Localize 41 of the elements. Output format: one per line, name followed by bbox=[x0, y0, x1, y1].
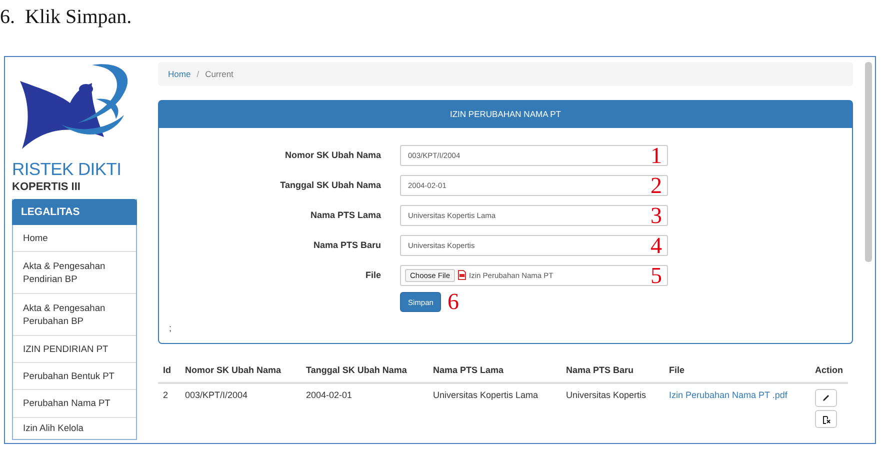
sidebar-item[interactable]: Akta & Pengesahan Pendirian BP bbox=[13, 252, 136, 294]
sidebar-item[interactable]: Izin Alih Kelola bbox=[13, 418, 136, 439]
scrollbar[interactable] bbox=[865, 62, 872, 262]
table-cell-text: Universitas Kopertis Lama bbox=[432, 389, 540, 402]
breadcrumb-separator: / bbox=[196, 69, 200, 79]
organization-name: KOPERTIS III bbox=[12, 181, 82, 193]
column-header: Id bbox=[158, 362, 180, 384]
file-link[interactable]: Izin Perubahan Nama PT .pdf bbox=[669, 390, 788, 400]
column-header: Nama PTS Lama bbox=[428, 362, 561, 384]
table-cell-text: 003/KPT/I/2004 bbox=[184, 389, 249, 402]
panel-header: IZIN PERUBAHAN NAMA PT bbox=[159, 101, 852, 128]
column-header: File bbox=[664, 362, 810, 384]
field-label: Nomor SK Ubah Nama bbox=[284, 150, 381, 160]
field-label: Nama PTS Lama bbox=[309, 210, 381, 220]
note-text: ; bbox=[169, 323, 173, 333]
column-header: Nama PTS Baru bbox=[561, 362, 664, 384]
breadcrumb-link[interactable]: Home bbox=[168, 69, 191, 79]
field-label: Tanggal SK Ubah Nama bbox=[279, 180, 381, 190]
column-header: Nomor SK Ubah Nama bbox=[180, 362, 301, 384]
sidebar-item[interactable]: Perubahan Nama PT bbox=[13, 390, 136, 418]
breadcrumb-current: Current bbox=[205, 69, 234, 79]
pencil-icon bbox=[822, 394, 830, 402]
step-text: Klik Simpan. bbox=[25, 6, 132, 30]
step-number-text: 6. bbox=[0, 6, 15, 30]
sidebar-item[interactable]: Perubahan Bentuk PT bbox=[13, 363, 136, 390]
field-label: File bbox=[364, 270, 381, 280]
document-icon bbox=[458, 270, 466, 280]
remove-button[interactable] bbox=[815, 410, 837, 428]
table-cell-text: Universitas Kopertis bbox=[565, 389, 648, 402]
field-label: Nama PTS Baru bbox=[312, 240, 381, 250]
column-header: Action bbox=[810, 362, 848, 384]
table-cell-text: 2 bbox=[162, 389, 170, 402]
sidebar-title: LEGALITAS bbox=[12, 199, 137, 225]
document-x-icon bbox=[822, 414, 830, 424]
column-header: Tanggal SK Ubah Nama bbox=[301, 362, 428, 384]
table-cell-text: 2004-02-01 bbox=[305, 389, 354, 402]
sidebar-item[interactable]: Home bbox=[13, 225, 136, 252]
sidebar-item[interactable]: Akta & Pengesahan Perubahan BP bbox=[13, 294, 136, 336]
step-number: 6 bbox=[447, 291, 459, 313]
brand-name: RISTEK DIKTI bbox=[12, 159, 122, 180]
sidebar-item[interactable]: IZIN PENDIRIAN PT bbox=[13, 336, 136, 363]
